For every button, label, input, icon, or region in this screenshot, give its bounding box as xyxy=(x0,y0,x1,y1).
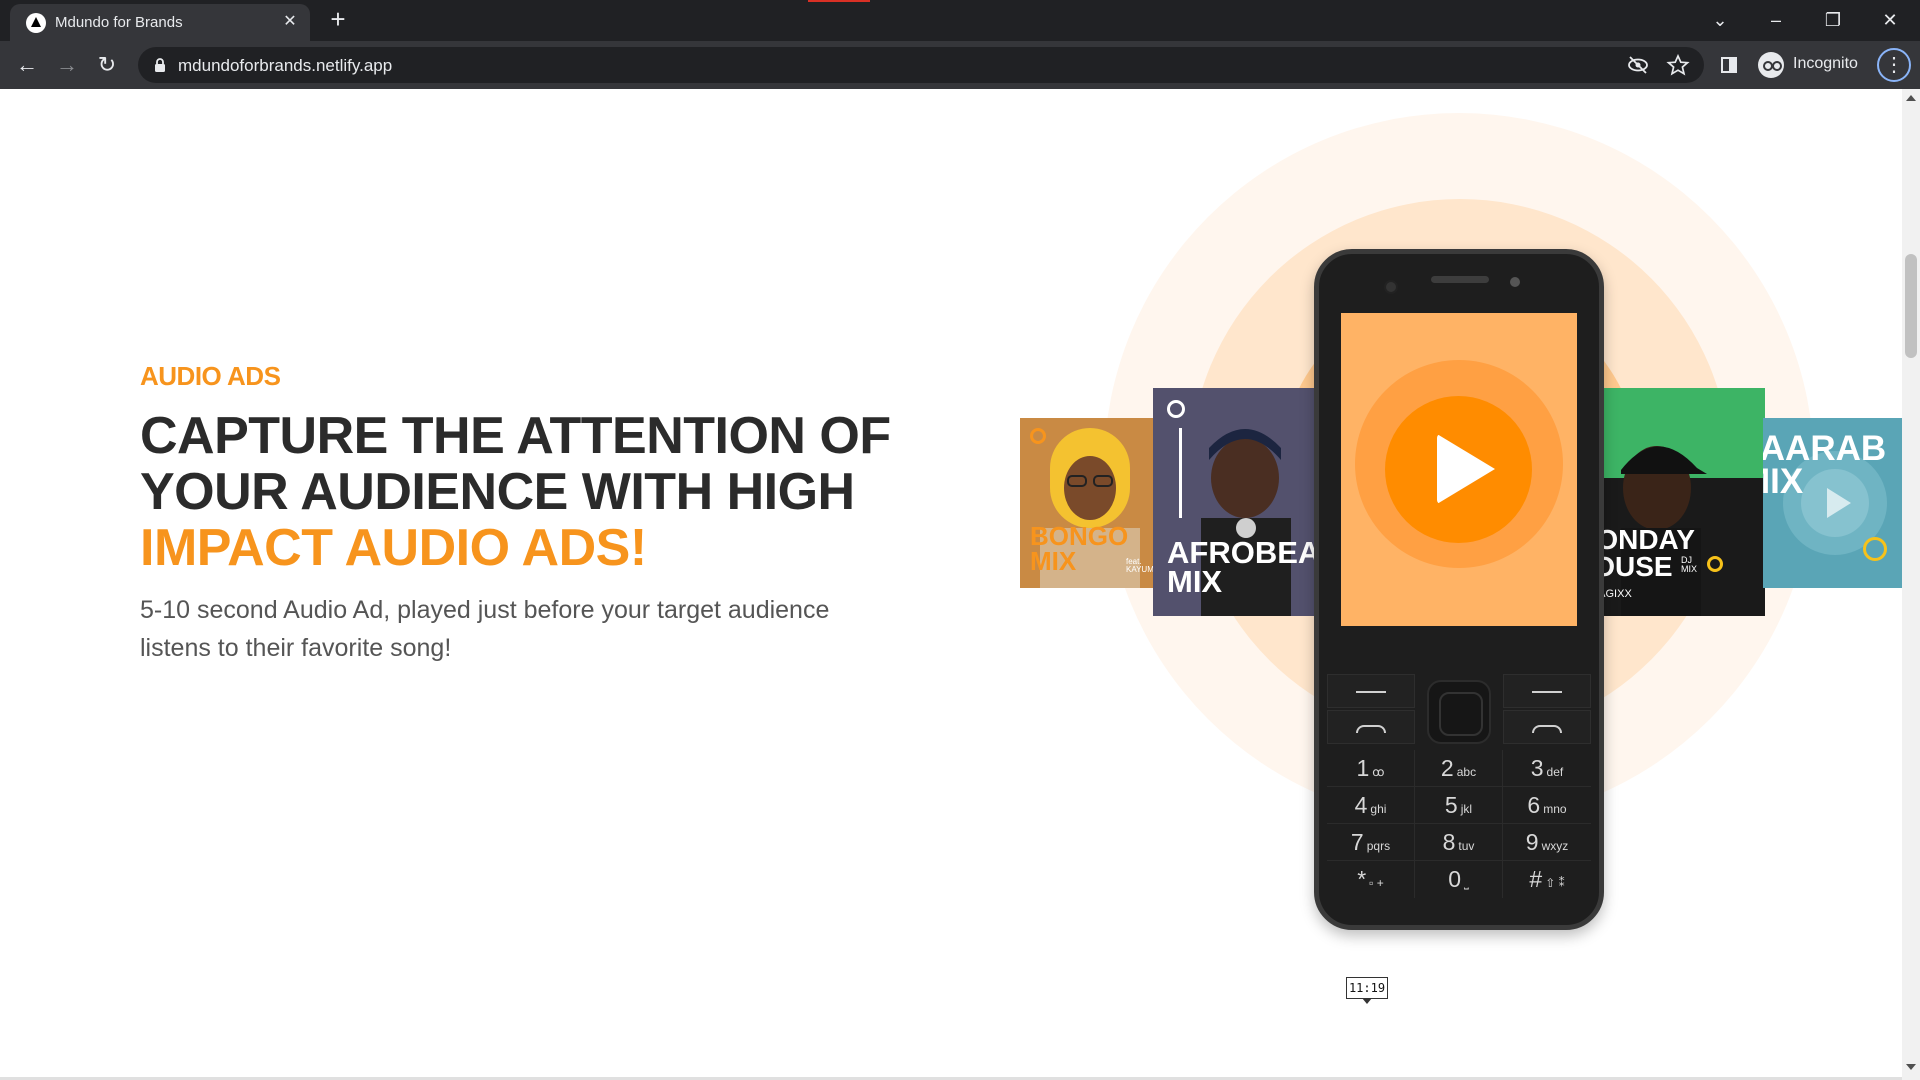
lock-icon xyxy=(155,58,165,72)
headline-highlight: IMPACT AUDIO ADS! xyxy=(140,519,647,577)
mdundo-favicon-icon xyxy=(26,13,46,33)
soft-key-line xyxy=(1356,691,1386,693)
soft-key-line xyxy=(1532,691,1562,693)
playlist-credit: feat. KAYUMBA xyxy=(1126,557,1156,574)
key-1: 1ꝏ xyxy=(1327,750,1415,787)
playlist-card-taarab: TAARAB MIX xyxy=(1763,418,1902,588)
number-keys: 1ꝏ 2 abc 3 def 4 ghi 5 jkl 6 mno 7 pqrs 8 tuv 9… xyxy=(1327,750,1591,898)
key-3: 3 def xyxy=(1503,750,1591,787)
key-star: * ▫ + xyxy=(1327,861,1415,898)
reload-button[interactable]: ↻ xyxy=(92,50,122,80)
key-9: 9 wxyz xyxy=(1503,824,1591,861)
key-2: 2 abc xyxy=(1415,750,1503,787)
tab-title: Mdundo for Brands xyxy=(55,14,183,31)
artist-portrait-image xyxy=(1595,388,1765,616)
left-soft-key xyxy=(1327,674,1415,708)
section-eyebrow: AUDIO ADS xyxy=(140,361,281,391)
hero-subtext: 5-10 second Audio Ad, played just before… xyxy=(140,596,830,662)
scroll-down-arrow-icon[interactable] xyxy=(1906,1064,1916,1070)
key-7: 7 pqrs xyxy=(1327,824,1415,861)
key-0: 0 ⎵ xyxy=(1415,861,1503,898)
browser-tab[interactable]: Mdundo for Brands ✕ xyxy=(10,4,310,41)
key-hash: # ⇧ ⁑ xyxy=(1529,866,1565,892)
mdundo-headphone-icon xyxy=(1863,537,1887,561)
front-camera-icon xyxy=(1384,280,1398,294)
call-key xyxy=(1327,710,1415,744)
playlist-label: MONDAY HOUSE xyxy=(1595,524,1695,582)
tab-strip: Mdundo for Brands ✕ + ⌄ – ❐ ✕ xyxy=(0,0,1920,41)
key-4: 4 ghi xyxy=(1327,787,1415,824)
recording-indicator xyxy=(808,0,870,2)
close-tab-icon[interactable]: ✕ xyxy=(278,10,302,34)
minimize-button[interactable]: – xyxy=(1762,6,1790,34)
feature-phone-mockup: 1ꝏ 2 abc 3 def 4 ghi 5 jkl 6 mno 7 pqrs 8 tuv 9… xyxy=(1314,249,1604,930)
navigation-key xyxy=(1427,680,1491,744)
mdundo-headphone-icon xyxy=(1707,556,1723,572)
more-menu-button[interactable]: ⋮ xyxy=(1877,48,1911,82)
key-8: 8 tuv xyxy=(1415,824,1503,861)
phone-screen xyxy=(1341,313,1577,626)
play-button[interactable] xyxy=(1385,396,1532,543)
card-divider xyxy=(1179,428,1182,518)
playlist-card-afrobeat: AFROBEAT MIX xyxy=(1153,388,1316,616)
headline-text: CAPTURE THE ATTENTION OF YOUR AUDIENCE W… xyxy=(140,407,891,521)
playlist-label: TAARAB MIX xyxy=(1763,429,1887,502)
page-scrollbar[interactable] xyxy=(1902,89,1920,1080)
proximity-sensor xyxy=(1510,277,1520,287)
mdundo-headphone-icon xyxy=(1030,428,1046,444)
eye-off-icon[interactable] xyxy=(1626,54,1650,76)
url-text[interactable]: mdundoforbrands.netlify.app xyxy=(178,56,392,76)
forward-button[interactable]: → xyxy=(52,50,82,80)
close-window-button[interactable]: ✕ xyxy=(1876,6,1904,34)
power-icon xyxy=(1532,725,1562,733)
end-call-key xyxy=(1503,710,1591,744)
hero-headline: CAPTURE THE ATTENTION OF YOUR AUDIENCE W… xyxy=(140,408,900,576)
playlist-credit: DJ MIX xyxy=(1681,555,1698,574)
scrollbar-thumb[interactable] xyxy=(1905,254,1917,358)
page-viewport: AUDIO ADS CAPTURE THE ATTENTION OF YOUR … xyxy=(0,89,1902,1080)
soft-keys-row xyxy=(1327,674,1591,744)
back-button[interactable]: ← xyxy=(12,50,42,80)
profile-label[interactable]: Incognito xyxy=(1793,55,1858,73)
key-5: 5 jkl xyxy=(1415,787,1503,824)
key-6: 6 mno xyxy=(1503,787,1591,824)
call-icon xyxy=(1356,725,1386,733)
tab-search-icon[interactable]: ⌄ xyxy=(1706,6,1734,34)
playlist-card-bongo: BONGO MIX feat. KAYUMBA xyxy=(1020,418,1156,588)
incognito-icon[interactable] xyxy=(1758,52,1784,78)
play-icon xyxy=(1437,434,1495,504)
side-panel-icon[interactable] xyxy=(1714,50,1744,80)
scroll-up-arrow-icon[interactable] xyxy=(1906,95,1916,101)
browser-toolbar: ← → ↻ mdundoforbrands.netlify.app Incogn… xyxy=(0,41,1920,89)
mdundo-headphone-icon xyxy=(1167,400,1185,418)
right-soft-key xyxy=(1503,674,1591,708)
address-bar[interactable]: mdundoforbrands.netlify.app xyxy=(138,47,1704,83)
new-tab-button[interactable]: + xyxy=(324,6,352,34)
bookmark-star-icon[interactable] xyxy=(1666,54,1690,76)
restore-button[interactable]: ❐ xyxy=(1819,6,1847,34)
time-tooltip: 11:19 xyxy=(1346,977,1388,1004)
earpiece-speaker xyxy=(1431,276,1489,283)
phone-keypad: 1ꝏ 2 abc 3 def 4 ghi 5 jkl 6 mno 7 pqrs 8 tuv 9… xyxy=(1327,674,1591,914)
playlist-label: AFROBEAT MIX xyxy=(1167,535,1316,600)
playlist-card-monday: MONDAY HOUSE DJ MIX MAGIXX xyxy=(1595,388,1765,616)
